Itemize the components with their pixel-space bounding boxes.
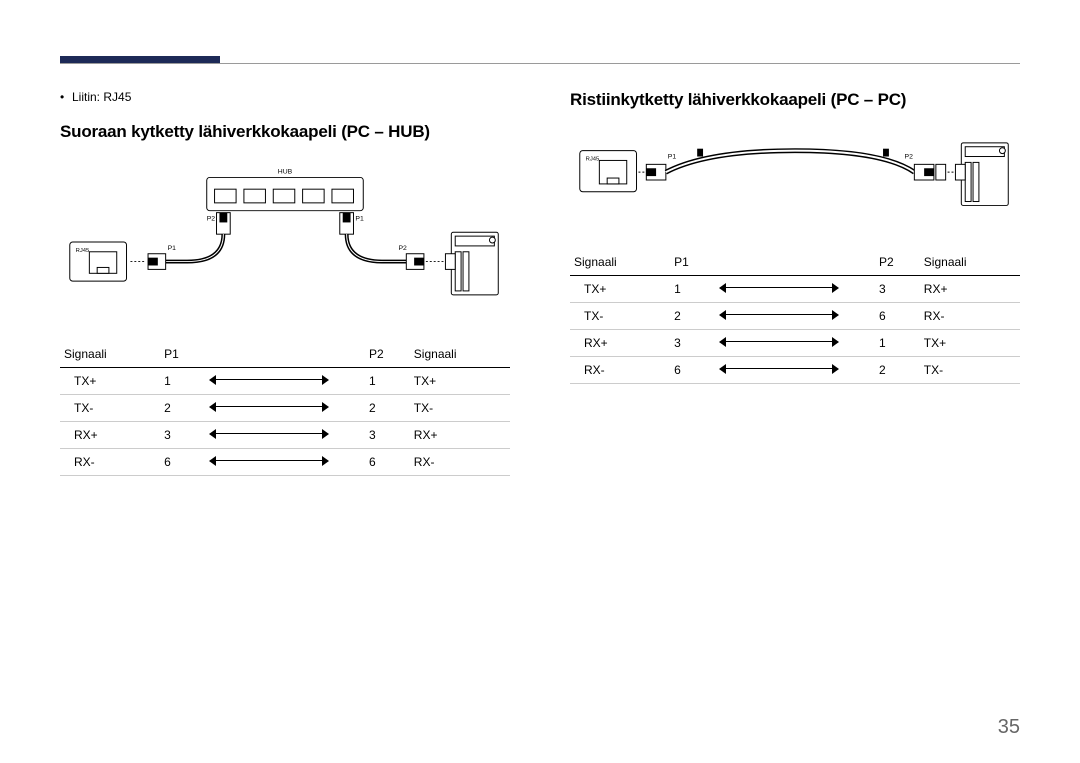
cell-p1: 1 <box>160 368 205 395</box>
cell-sig1: TX- <box>60 395 160 422</box>
cell-sig2: RX+ <box>920 276 1020 303</box>
cell-p1: 2 <box>160 395 205 422</box>
cell-sig1: RX+ <box>570 330 670 357</box>
cell-p1: 1 <box>670 276 715 303</box>
cell-sig2: RX+ <box>410 422 510 449</box>
cell-p1: 3 <box>670 330 715 357</box>
cell-sig2: TX+ <box>920 330 1020 357</box>
cell-p1: 6 <box>670 357 715 384</box>
right-table-body: TX+13RX+TX-26RX-RX+31TX+RX-62TX- <box>570 276 1020 384</box>
left-column: Liitin: RJ45 Suoraan kytketty lähiverkko… <box>60 90 510 476</box>
th-p2: P2 <box>365 341 410 368</box>
left-table-body: TX+11TX+TX-22TX-RX+33RX+RX-66RX- <box>60 368 510 476</box>
th-sig2: Signaali <box>920 249 1020 276</box>
cell-arrow <box>715 330 875 357</box>
cell-arrow <box>715 357 875 384</box>
th-sig1: Signaali <box>60 341 160 368</box>
svg-text:P2: P2 <box>398 245 407 252</box>
th-p2: P2 <box>875 249 920 276</box>
cell-p2: 2 <box>875 357 920 384</box>
table-row: TX-2 6RX- <box>570 303 1020 330</box>
cell-p1: 3 <box>160 422 205 449</box>
th-p1: P1 <box>670 249 715 276</box>
left-heading: Suoraan kytketty lähiverkkokaapeli (PC –… <box>60 122 510 142</box>
cell-p1: 6 <box>160 449 205 476</box>
cell-p1: 2 <box>670 303 715 330</box>
svg-text:P1: P1 <box>668 153 677 160</box>
cell-arrow <box>205 368 365 395</box>
cell-sig1: RX+ <box>60 422 160 449</box>
cell-p2: 1 <box>365 368 410 395</box>
cell-sig2: TX- <box>920 357 1020 384</box>
svg-text:P2: P2 <box>905 153 914 160</box>
cell-sig1: TX- <box>570 303 670 330</box>
cell-arrow <box>205 449 365 476</box>
cell-p2: 3 <box>875 276 920 303</box>
cell-sig2: RX- <box>920 303 1020 330</box>
cell-arrow <box>205 395 365 422</box>
connector-bullet: Liitin: RJ45 <box>60 90 510 104</box>
cell-arrow <box>715 276 875 303</box>
cell-p2: 1 <box>875 330 920 357</box>
cell-sig1: TX+ <box>60 368 160 395</box>
table-row: RX+3 1TX+ <box>570 330 1020 357</box>
cell-p2: 6 <box>875 303 920 330</box>
right-heading: Ristiinkytketty lähiverkkokaapeli (PC – … <box>570 90 1020 110</box>
cell-sig2: TX- <box>410 395 510 422</box>
left-diagram: HUB P2 P1 <box>60 156 510 341</box>
cell-sig1: TX+ <box>570 276 670 303</box>
th-sig1: Signaali <box>570 249 670 276</box>
hub-label-svg: HUB <box>278 169 293 176</box>
cell-p2: 6 <box>365 449 410 476</box>
cell-p2: 2 <box>365 395 410 422</box>
table-row: TX+1 3RX+ <box>570 276 1020 303</box>
cell-arrow <box>715 303 875 330</box>
table-row: TX+11TX+ <box>60 368 510 395</box>
svg-text:P1: P1 <box>355 215 364 222</box>
table-row: RX-6 2TX- <box>570 357 1020 384</box>
th-sig2: Signaali <box>410 341 510 368</box>
cell-p2: 3 <box>365 422 410 449</box>
page-number: 35 <box>998 716 1020 739</box>
right-diagram: RJ45 P1 P2 <box>570 124 1020 249</box>
header-rule <box>60 63 1020 64</box>
table-row: RX-66RX- <box>60 449 510 476</box>
right-column: Ristiinkytketty lähiverkkokaapeli (PC – … <box>570 90 1020 476</box>
th-p1: P1 <box>160 341 205 368</box>
svg-text:RJ45: RJ45 <box>76 248 90 254</box>
right-pinout-table: Signaali P1 P2 Signaali TX+13RX+TX-26RX-… <box>570 249 1020 384</box>
cell-sig1: RX- <box>570 357 670 384</box>
left-pinout-table: Signaali P1 P2 Signaali TX+11TX+TX-22TX-… <box>60 341 510 476</box>
content-columns: Liitin: RJ45 Suoraan kytketty lähiverkko… <box>60 90 1020 476</box>
svg-text:RJ45: RJ45 <box>586 156 600 162</box>
cell-sig2: TX+ <box>410 368 510 395</box>
svg-text:P2: P2 <box>207 215 216 222</box>
svg-text:P1: P1 <box>168 245 177 252</box>
cell-sig2: RX- <box>410 449 510 476</box>
table-row: TX-22TX- <box>60 395 510 422</box>
cell-arrow <box>205 422 365 449</box>
table-row: RX+33RX+ <box>60 422 510 449</box>
cell-sig1: RX- <box>60 449 160 476</box>
